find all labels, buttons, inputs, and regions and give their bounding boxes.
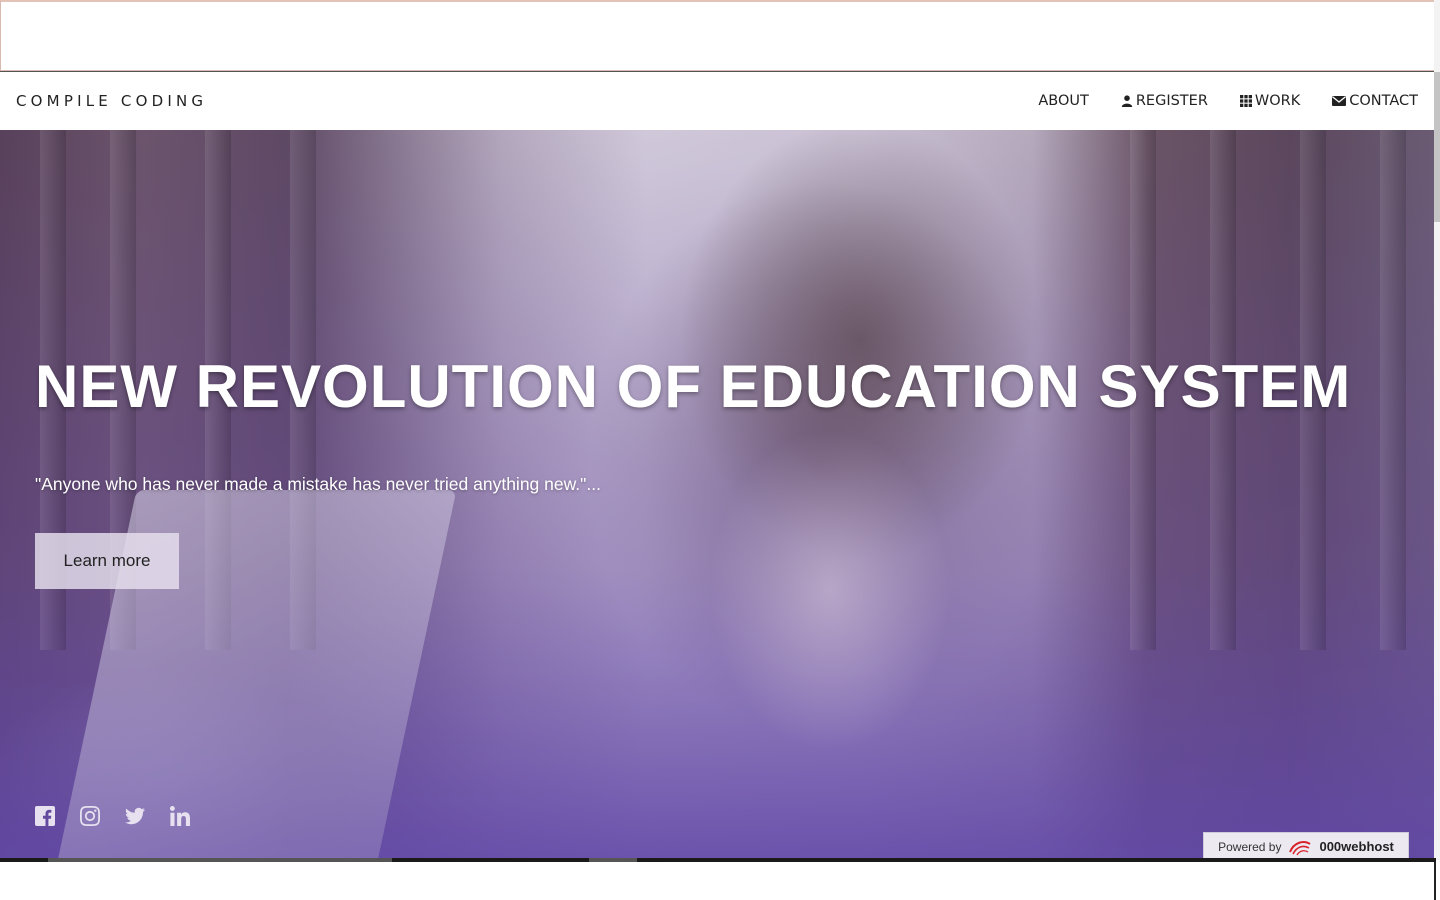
hero-section: NEW REVOLUTION OF EDUCATION SYSTEM "Anyo… [0,130,1434,860]
scrollbar-thumb[interactable] [1434,72,1440,222]
curtain-fold [1380,130,1406,650]
top-strip-tab [377,2,422,4]
navbar: COMPILE CODING ABOUT REGISTER WORK CONTA… [0,71,1434,130]
000webhost-logo-icon [1289,840,1312,855]
user-icon [1121,95,1133,107]
hero-photo-child [660,370,990,830]
nav-work-label: WORK [1254,93,1301,109]
nav-links: ABOUT REGISTER WORK CONTACT [1038,93,1418,109]
powered-by-badge[interactable]: Powered by 000webhost [1203,832,1409,860]
page-scrollbar[interactable] [1434,0,1440,860]
nav-work[interactable]: WORK [1239,93,1301,109]
social-links [35,806,190,826]
top-banner-strip [0,0,1436,71]
below-fold-area [0,862,1436,900]
top-strip-tab [315,2,375,4]
nav-contact-label: CONTACT [1349,93,1418,109]
twitter-link[interactable] [125,806,145,826]
instagram-icon [80,806,100,826]
hero-title: NEW REVOLUTION OF EDUCATION SYSTEM [35,353,1352,420]
powered-by-label: Powered by [1218,839,1282,854]
learn-more-button[interactable]: Learn more [35,533,179,589]
twitter-icon [125,807,145,825]
nav-register-label: REGISTER [1135,93,1208,109]
facebook-link[interactable] [35,806,55,826]
envelope-icon [1332,96,1347,106]
powered-by-brand: 000webhost [1319,839,1394,854]
top-strip-tab [424,2,484,4]
hero-quote: "Anyone who has never made a mistake has… [35,474,601,494]
nav-contact[interactable]: CONTACT [1332,93,1418,109]
instagram-link[interactable] [80,806,100,826]
nav-about[interactable]: ABOUT [1038,93,1089,109]
facebook-icon [35,806,55,826]
nav-register[interactable]: REGISTER [1121,93,1208,109]
brand-logo[interactable]: COMPILE CODING [16,92,207,110]
linkedin-link[interactable] [170,806,190,826]
grid-icon [1239,95,1252,107]
top-strip-tab [23,2,81,4]
linkedin-icon [170,806,190,826]
nav-about-label: ABOUT [1038,93,1089,109]
